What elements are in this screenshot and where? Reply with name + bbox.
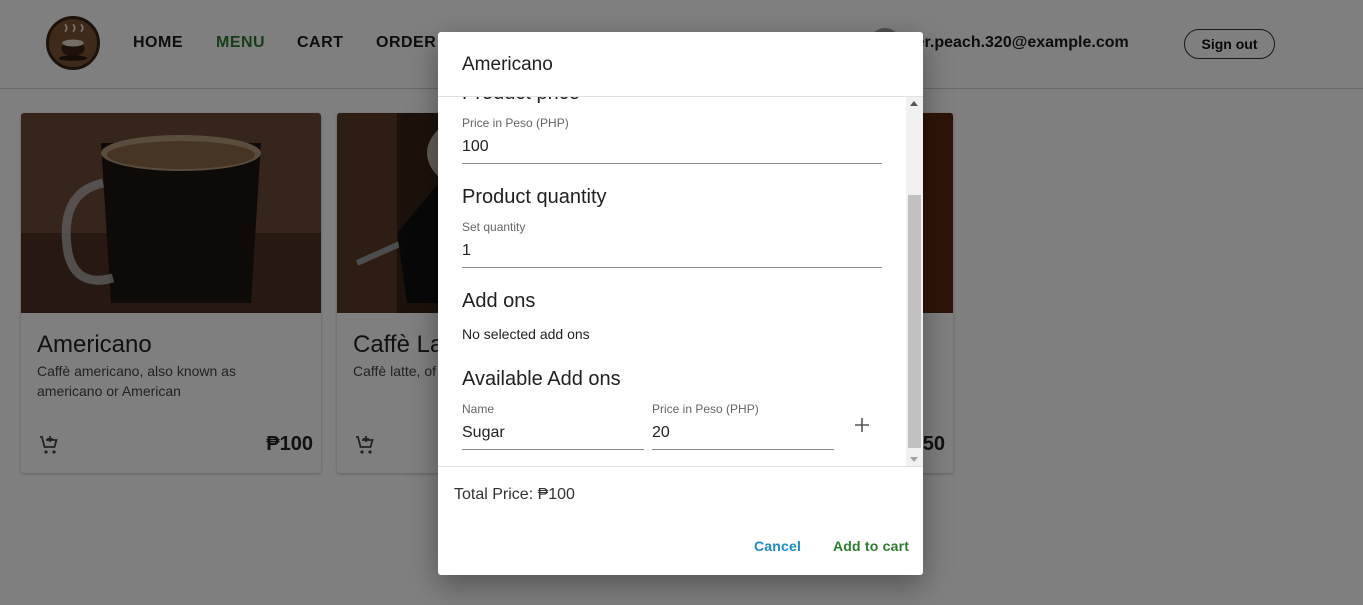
dialog-content: Product price Price in Peso (PHP) 100 Pr… bbox=[438, 97, 906, 466]
total-price: Total Price: ₱100 bbox=[454, 486, 575, 503]
addon-price-input[interactable]: 20 bbox=[652, 424, 670, 442]
quantity-input[interactable]: 1 bbox=[462, 242, 471, 260]
plus-icon[interactable] bbox=[852, 415, 872, 435]
addons-heading: Add ons bbox=[462, 290, 536, 312]
scrollbar-thumb[interactable] bbox=[908, 195, 921, 448]
price-label: Price in Peso (PHP) bbox=[462, 116, 569, 130]
dialog-title: Americano bbox=[462, 54, 553, 75]
addon-price-underline bbox=[652, 449, 834, 450]
product-dialog: Americano Product price Price in Peso (P… bbox=[438, 32, 923, 575]
addon-price-label: Price in Peso (PHP) bbox=[652, 402, 759, 416]
add-to-cart-button[interactable]: Add to cart bbox=[833, 538, 909, 554]
quantity-heading: Product quantity bbox=[462, 186, 607, 208]
cancel-button[interactable]: Cancel bbox=[754, 538, 801, 554]
quantity-label: Set quantity bbox=[462, 220, 526, 234]
no-addons-text: No selected add ons bbox=[462, 326, 590, 342]
price-input-underline bbox=[462, 163, 882, 164]
divider bbox=[438, 466, 923, 467]
scroll-up-arrow-icon[interactable] bbox=[910, 101, 918, 106]
scroll-down-arrow-icon[interactable] bbox=[910, 457, 918, 462]
product-price-heading: Product price bbox=[462, 97, 580, 105]
quantity-input-underline bbox=[462, 267, 882, 268]
price-input[interactable]: 100 bbox=[462, 138, 489, 156]
available-addons-heading: Available Add ons bbox=[462, 368, 621, 390]
dialog-scrollbar[interactable] bbox=[906, 97, 923, 466]
addon-name-label: Name bbox=[462, 402, 495, 416]
addon-name-underline bbox=[462, 449, 644, 450]
addon-name-input[interactable]: Sugar bbox=[462, 424, 505, 442]
